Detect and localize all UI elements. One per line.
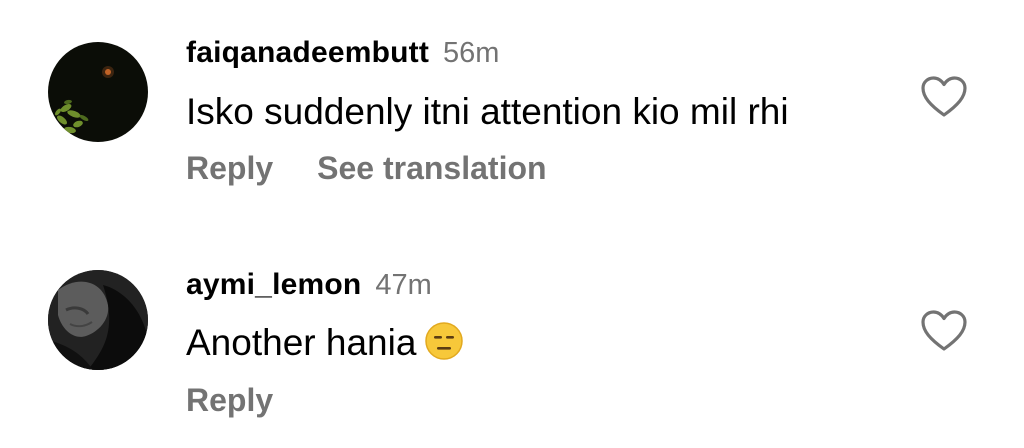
reply-button[interactable]: Reply: [186, 382, 273, 418]
comment-text: Isko suddenly itni attention kio mil rhi: [186, 91, 789, 132]
expressionless-face-emoji: [424, 321, 464, 361]
timestamp: 56m: [443, 37, 500, 69]
comment-header: aymi_lemon 47m: [186, 268, 432, 302]
avatar-image: [48, 42, 148, 142]
comment: faiqanadeembutt 56m Isko suddenly itni at…: [0, 0, 1024, 224]
avatar[interactable]: [48, 270, 148, 370]
timestamp: 47m: [375, 269, 432, 301]
comment-actions: Reply: [186, 382, 273, 419]
username[interactable]: faiqanadeembutt: [186, 36, 429, 69]
avatar-image: [48, 270, 148, 370]
heart-outline-icon[interactable]: [920, 309, 968, 353]
comment-text: Another hania: [186, 321, 464, 364]
comment-actions: Reply See translation: [186, 150, 547, 187]
avatar[interactable]: [48, 42, 148, 142]
username[interactable]: aymi_lemon: [186, 268, 361, 301]
comment-header: faiqanadeembutt 56m: [186, 36, 499, 70]
see-translation-button[interactable]: See translation: [317, 150, 546, 186]
comment-text-content: Another hania: [186, 322, 417, 363]
reply-button[interactable]: Reply: [186, 150, 273, 186]
comment: aymi_lemon 47m Another hania Reply: [0, 232, 1024, 448]
heart-outline-icon[interactable]: [920, 75, 968, 119]
